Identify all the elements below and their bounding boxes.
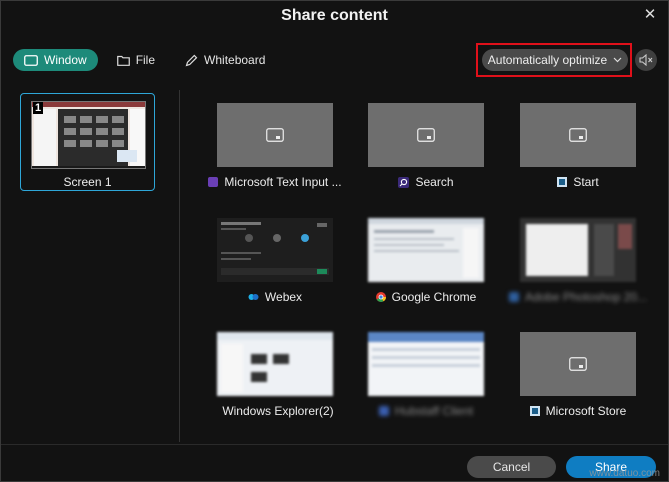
tab-window-label: Window bbox=[44, 53, 87, 67]
app-placeholder-icon bbox=[569, 357, 587, 371]
window-label: Hubstaff Client bbox=[394, 404, 474, 418]
hubstaff-icon bbox=[378, 406, 389, 416]
window-thumbnail bbox=[217, 103, 333, 167]
window-option-chrome[interactable]: Google Chrome bbox=[368, 218, 484, 304]
folder-icon bbox=[116, 55, 130, 66]
window-option-start[interactable]: Start bbox=[520, 103, 636, 189]
photoshop-icon bbox=[508, 292, 519, 302]
photoshop-preview-image bbox=[520, 218, 636, 282]
pen-icon bbox=[185, 54, 198, 66]
window-option-webex[interactable]: Webex bbox=[217, 218, 333, 304]
window-option-store[interactable]: Microsoft Store bbox=[520, 332, 636, 418]
panel-divider bbox=[179, 90, 180, 442]
app-placeholder-icon bbox=[266, 128, 284, 142]
window-thumbnail bbox=[368, 103, 484, 167]
speaker-mute-icon bbox=[639, 54, 653, 66]
close-icon[interactable]: ✕ bbox=[642, 7, 658, 23]
hubstaff-preview-image bbox=[368, 332, 484, 396]
dialog-title: Share content bbox=[281, 7, 388, 24]
webex-preview-image bbox=[217, 218, 333, 282]
window-option-hubstaff[interactable]: Hubstaff Client bbox=[368, 332, 484, 418]
window-label: Start bbox=[573, 175, 599, 189]
explorer-preview-image bbox=[217, 332, 333, 396]
window-label: Windows Explorer(2) bbox=[222, 404, 334, 418]
share-content-dialog: Share content ✕ Window File Whiteboard A… bbox=[0, 0, 669, 482]
tab-whiteboard[interactable]: Whiteboard bbox=[174, 49, 276, 71]
text-input-icon bbox=[208, 177, 219, 187]
window-thumbnail bbox=[520, 332, 636, 396]
screen-number: 1 bbox=[33, 102, 44, 114]
annotation-highlight-box bbox=[476, 43, 632, 77]
store-icon bbox=[529, 406, 540, 416]
window-label: Webex bbox=[264, 290, 303, 304]
tab-file[interactable]: File bbox=[106, 49, 166, 71]
window-label: Microsoft Text Input ... bbox=[224, 175, 342, 189]
window-thumbnail bbox=[217, 332, 333, 396]
window-label: Adobe Photoshop 20... bbox=[524, 290, 648, 304]
footer-divider bbox=[1, 444, 668, 445]
tab-window[interactable]: Window bbox=[13, 49, 98, 71]
window-thumbnail bbox=[520, 103, 636, 167]
window-thumbnail bbox=[520, 218, 636, 282]
screen-thumbnail: 1 bbox=[31, 101, 146, 169]
tab-whiteboard-label: Whiteboard bbox=[204, 53, 266, 67]
webex-icon bbox=[248, 294, 259, 300]
window-label: Google Chrome bbox=[391, 290, 477, 304]
window-thumbnail bbox=[368, 332, 484, 396]
chrome-icon bbox=[375, 292, 386, 302]
window-icon bbox=[24, 54, 38, 66]
window-option-explorer[interactable]: Windows Explorer(2) bbox=[217, 332, 334, 418]
window-label: Microsoft Store bbox=[545, 404, 627, 418]
screen-option[interactable]: 1 Screen 1 bbox=[20, 93, 155, 191]
share-type-tabs: Window File Whiteboard bbox=[13, 49, 276, 71]
window-thumbnail bbox=[368, 218, 484, 282]
window-option-text-input[interactable]: Microsoft Text Input ... bbox=[208, 103, 342, 189]
screen-preview-image bbox=[32, 102, 145, 168]
window-option-photoshop[interactable]: Adobe Photoshop 20... bbox=[508, 218, 647, 304]
window-thumbnail bbox=[217, 218, 333, 282]
share-audio-toggle[interactable] bbox=[635, 49, 657, 71]
window-option-search[interactable]: Search bbox=[368, 103, 484, 189]
app-placeholder-icon bbox=[569, 128, 587, 142]
cancel-button[interactable]: Cancel bbox=[467, 456, 556, 478]
window-label: Search bbox=[415, 175, 454, 189]
tab-file-label: File bbox=[135, 53, 156, 67]
app-placeholder-icon bbox=[417, 128, 435, 142]
search-icon bbox=[398, 176, 410, 188]
screen-label: Screen 1 bbox=[63, 175, 112, 189]
chrome-preview-image bbox=[368, 218, 484, 282]
start-icon bbox=[557, 177, 568, 187]
watermark: www.datuo.com bbox=[589, 468, 660, 479]
